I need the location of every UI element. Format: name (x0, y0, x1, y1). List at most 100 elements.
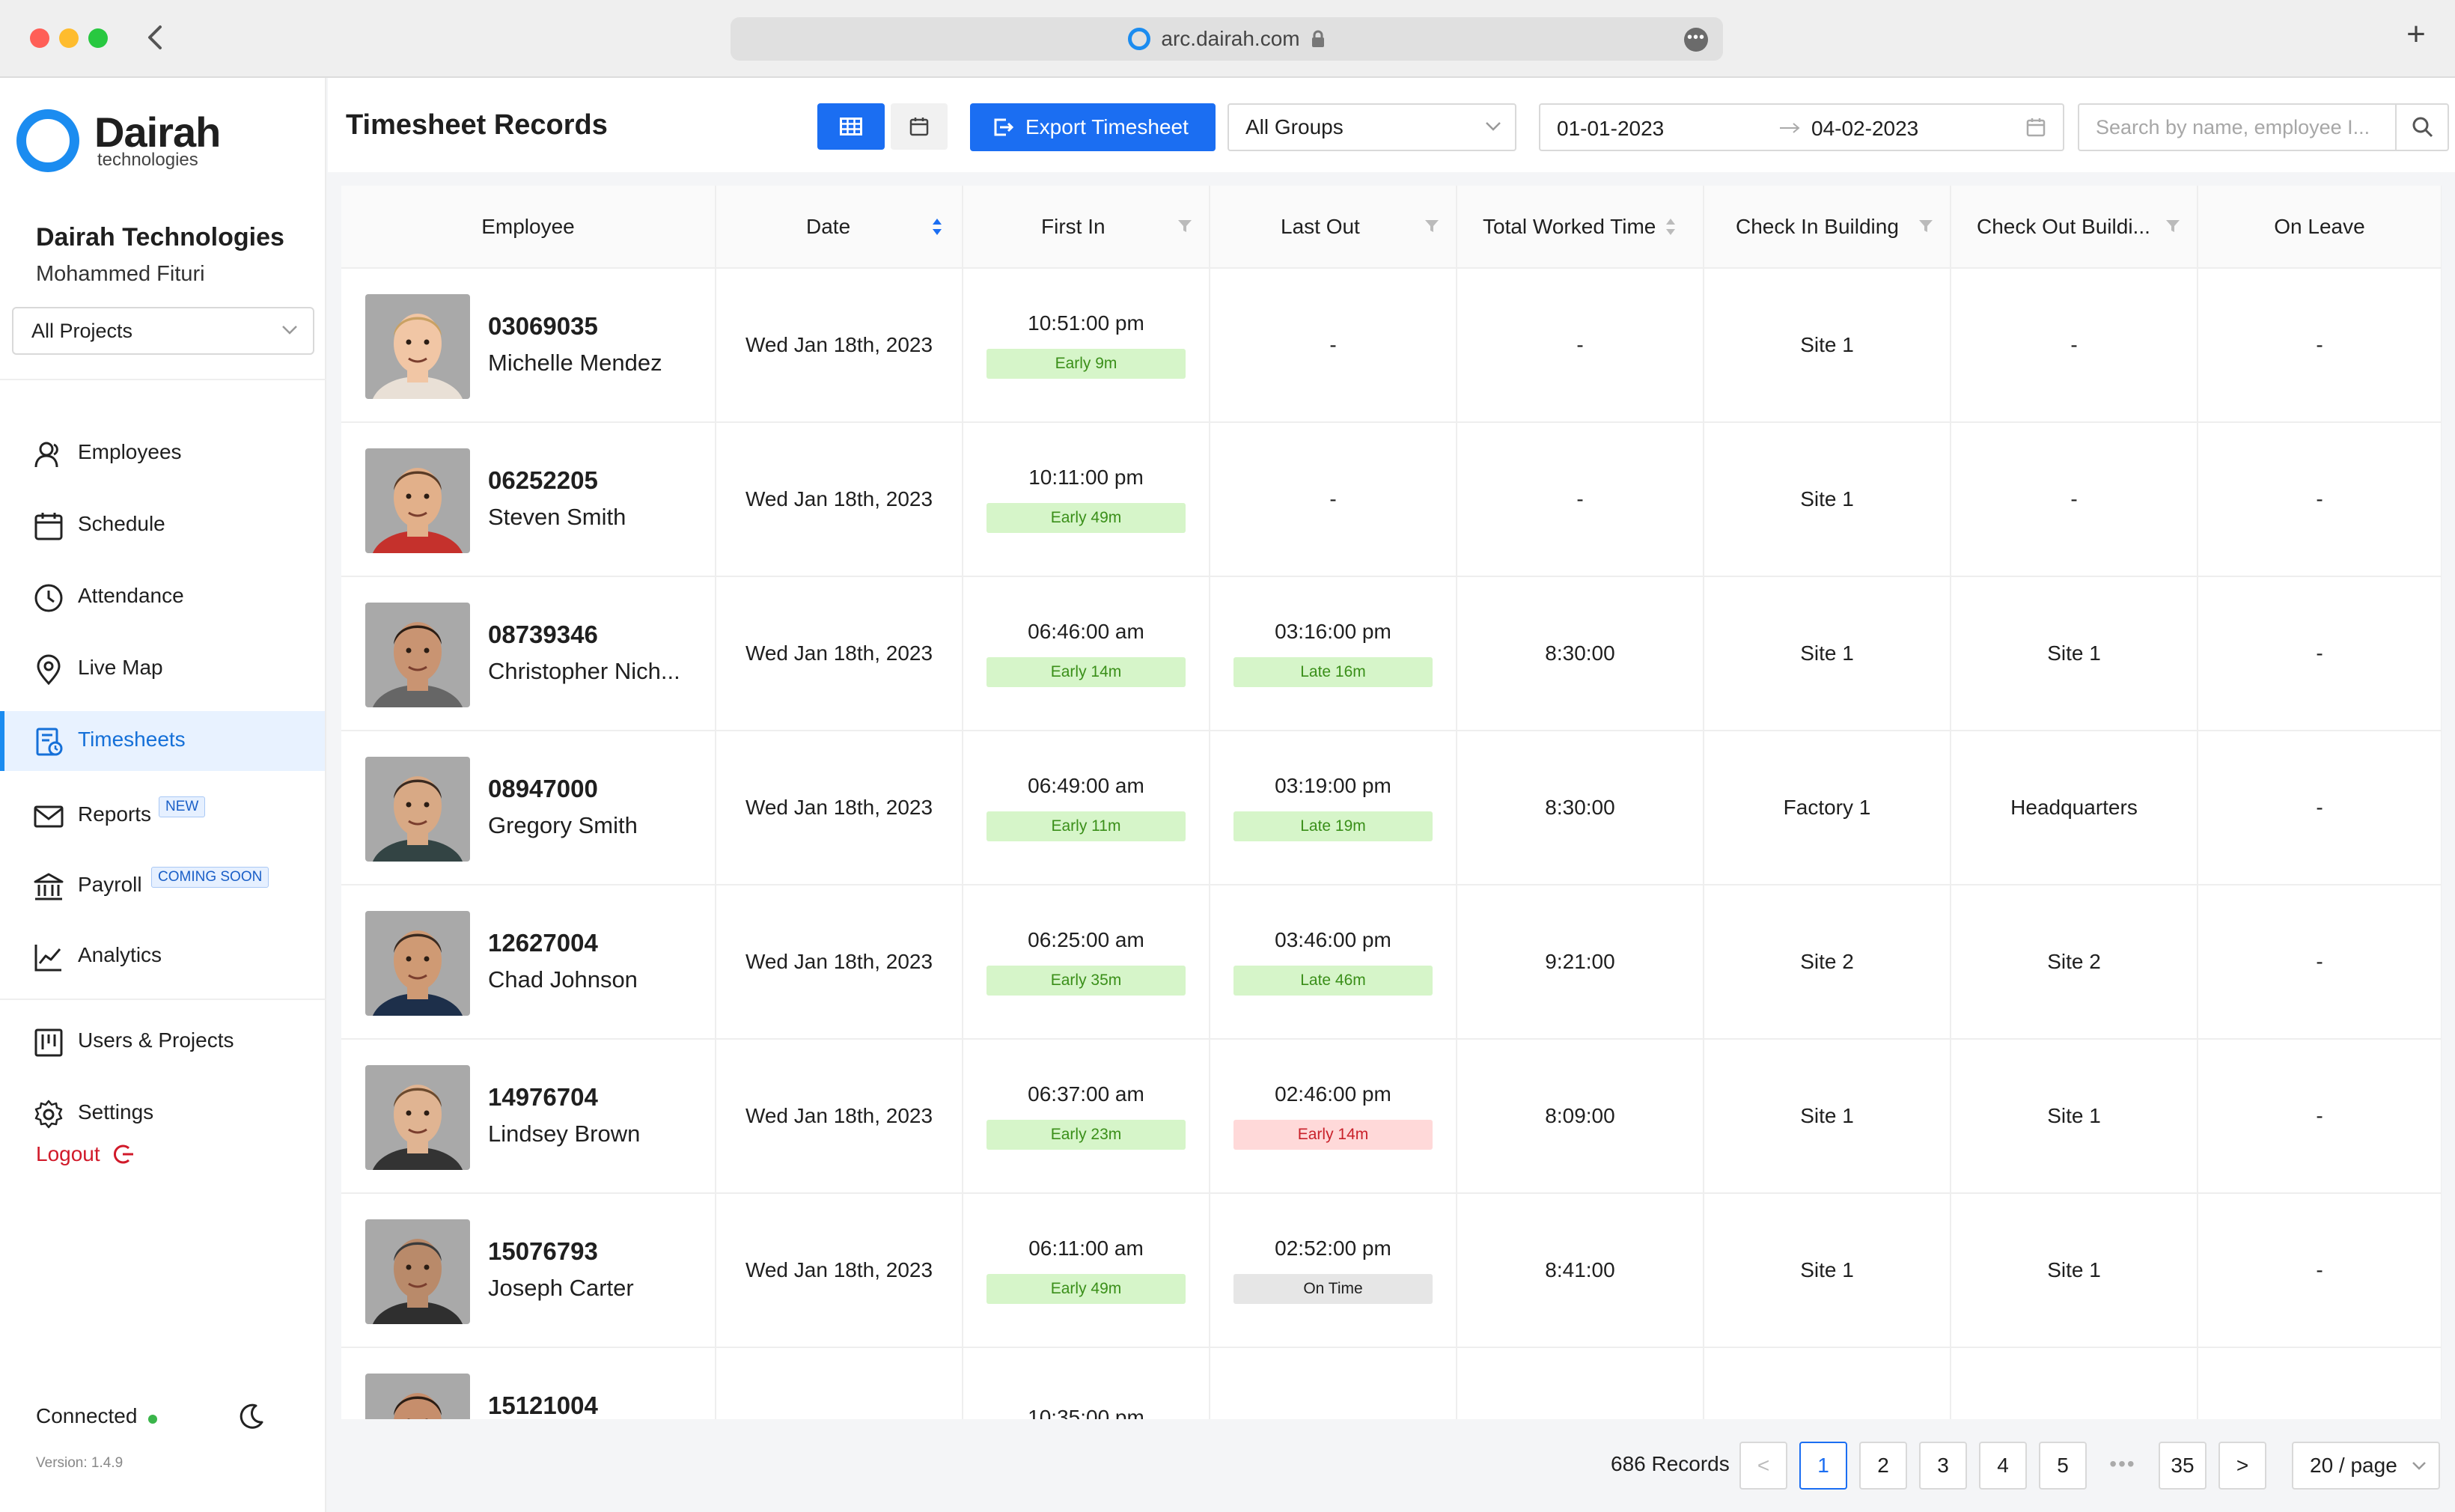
column-header-last-out[interactable]: Last Out (1210, 186, 1457, 269)
nav-item-settings[interactable]: Settings (0, 1084, 325, 1144)
page-button[interactable]: 3 (1919, 1442, 1967, 1490)
table-row[interactable]: 08947000 Gregory Smith Wed Jan 18th, 2023 0… (341, 731, 2442, 885)
table-row[interactable]: 15121004 10:35:00 pm (341, 1347, 2442, 1419)
employee-cell[interactable]: 03069035 Michelle Mendez (341, 268, 716, 423)
time-value: 10:11:00 pm (1028, 466, 1144, 489)
moon-icon[interactable] (237, 1401, 266, 1431)
nav-item-live-map[interactable]: Live Map (0, 639, 325, 699)
nav-item-employees[interactable]: Employees (0, 424, 325, 484)
logout-button[interactable]: Logout (36, 1142, 100, 1166)
avatar (365, 1065, 470, 1170)
date-from[interactable]: 01-01-2023 (1557, 117, 1664, 141)
lock-icon (1311, 30, 1324, 47)
employee-cell[interactable]: 06252205 Steven Smith (341, 422, 716, 577)
building-value: Site 1 (2047, 641, 2101, 665)
user-name: Mohammed Fituri (36, 262, 205, 286)
nav-item-payroll[interactable]: Payroll COMING SOON (0, 856, 325, 916)
date-cell: Wed Jan 18th, 2023 (716, 885, 963, 1040)
column-header-check-out-building[interactable]: Check Out Buildi... (1951, 186, 2198, 269)
map-pin-icon (37, 654, 61, 686)
search-button[interactable] (2395, 105, 2448, 150)
column-header-check-in-building[interactable]: Check In Building (1704, 186, 1951, 269)
table-view-button[interactable] (817, 103, 885, 150)
table-row[interactable]: 15076793 Joseph Carter Wed Jan 18th, 2023 0… (341, 1193, 2442, 1348)
date-range-picker[interactable]: 01-01-2023 04-02-2023 (1539, 103, 2064, 151)
employee-id: 15121004 (488, 1391, 598, 1419)
table-row[interactable]: 14976704 Lindsey Brown Wed Jan 18th, 2023 0… (341, 1039, 2442, 1194)
project-select[interactable]: All Projects (12, 307, 314, 355)
minimize-window-button[interactable] (59, 28, 79, 48)
calendar-view-button[interactable] (891, 103, 948, 150)
table-row[interactable]: 12627004 Chad Johnson Wed Jan 18th, 2023 06… (341, 885, 2442, 1040)
table-row[interactable]: 08739346 Christopher Nich... Wed Jan 18th,… (341, 576, 2442, 731)
address-bar[interactable]: arc.dairah.com ••• (731, 17, 1723, 61)
column-header-first-in[interactable]: First In (963, 186, 1210, 269)
filter-icon[interactable] (1918, 219, 1933, 234)
chevron-down-icon (1486, 122, 1501, 131)
leave-value: - (2316, 950, 2323, 973)
filter-icon[interactable] (1424, 219, 1439, 234)
employee-cell[interactable]: 15076793 Joseph Carter (341, 1193, 716, 1348)
maximize-window-button[interactable] (88, 28, 108, 48)
page-button[interactable]: 5 (2039, 1442, 2087, 1490)
employee-cell[interactable]: 14976704 Lindsey Brown (341, 1039, 716, 1194)
sort-icon[interactable] (932, 216, 942, 238)
page-button[interactable]: 4 (1979, 1442, 2027, 1490)
date-to[interactable]: 04-02-2023 (1811, 117, 1918, 141)
next-page-button[interactable]: > (2218, 1442, 2266, 1490)
employee-cell[interactable]: 12627004 Chad Johnson (341, 885, 716, 1040)
page-button[interactable]: 35 (2159, 1442, 2207, 1490)
page-size-select[interactable]: 20 / page (2292, 1442, 2440, 1490)
check-in-building-cell: Site 1 (1704, 576, 1951, 731)
nav-item-attendance[interactable]: Attendance (0, 567, 325, 627)
check-in-building-cell: Site 1 (1704, 1193, 1951, 1348)
status-tag: On Time (1233, 1274, 1433, 1304)
employee-cell[interactable]: 08947000 Gregory Smith (341, 731, 716, 885)
coming-soon-badge: COMING SOON (151, 867, 269, 888)
building-value: Site 2 (2047, 950, 2101, 973)
page-ellipsis[interactable]: ••• (2099, 1442, 2147, 1490)
filter-icon[interactable] (1177, 219, 1192, 234)
page-button[interactable]: 2 (1859, 1442, 1907, 1490)
back-arrow-icon[interactable] (144, 22, 168, 52)
table-row[interactable]: 03069035 Michelle Mendez Wed Jan 18th, 202… (341, 268, 2442, 423)
filter-icon[interactable] (2165, 219, 2180, 234)
column-header-date[interactable]: Date (716, 186, 963, 269)
column-header-on-leave[interactable]: On Leave (2198, 186, 2442, 269)
export-timesheet-button[interactable]: Export Timesheet (970, 103, 1216, 151)
prev-page-button[interactable]: < (1739, 1442, 1787, 1490)
logout-icon[interactable] (112, 1142, 136, 1166)
column-header-total-worked-time[interactable]: Total Worked Time (1457, 186, 1704, 269)
time-value: 02:46:00 pm (1275, 1082, 1391, 1106)
employee-name: Gregory Smith (488, 812, 638, 838)
avatar (365, 1219, 470, 1324)
time-value: - (1329, 487, 1337, 510)
nav-item-reports[interactable]: Reports NEW (0, 786, 325, 846)
nav-item-users-projects[interactable]: Users & Projects (0, 1012, 325, 1072)
table-row[interactable]: 06252205 Steven Smith Wed Jan 18th, 2023 10… (341, 422, 2442, 577)
page-button[interactable]: 1 (1799, 1442, 1847, 1490)
employee-cell[interactable]: 15121004 (341, 1347, 716, 1419)
new-tab-icon[interactable]: + (2401, 18, 2431, 51)
close-window-button[interactable] (30, 28, 49, 48)
building-value: Site 2 (1800, 950, 1854, 973)
search-input[interactable] (2079, 105, 2391, 150)
employee-cell[interactable]: 08739346 Christopher Nich... (341, 576, 716, 731)
building-value: Site 1 (1800, 487, 1854, 510)
groups-select[interactable]: All Groups (1228, 103, 1516, 151)
building-value: Site 1 (1800, 1104, 1854, 1127)
nav-item-timesheets[interactable]: Timesheets (0, 711, 325, 771)
building-value: Site 1 (1800, 1258, 1854, 1281)
nav-item-schedule[interactable]: Schedule (0, 496, 325, 555)
first-in-cell: 06:11:00 am Early 49m (963, 1193, 1210, 1348)
nav-item-analytics[interactable]: Analytics (0, 927, 325, 987)
check-in-building-cell: Site 1 (1704, 1039, 1951, 1194)
sort-icon[interactable] (1665, 216, 1676, 238)
new-badge: NEW (159, 796, 206, 817)
more-options-icon[interactable]: ••• (1684, 28, 1708, 52)
nav-label: Payroll (78, 873, 142, 896)
leave-value: - (2316, 333, 2323, 356)
total-worked-cell: 9:21:00 (1457, 885, 1704, 1040)
avatar (365, 603, 470, 707)
column-header-employee[interactable]: Employee (341, 186, 716, 269)
